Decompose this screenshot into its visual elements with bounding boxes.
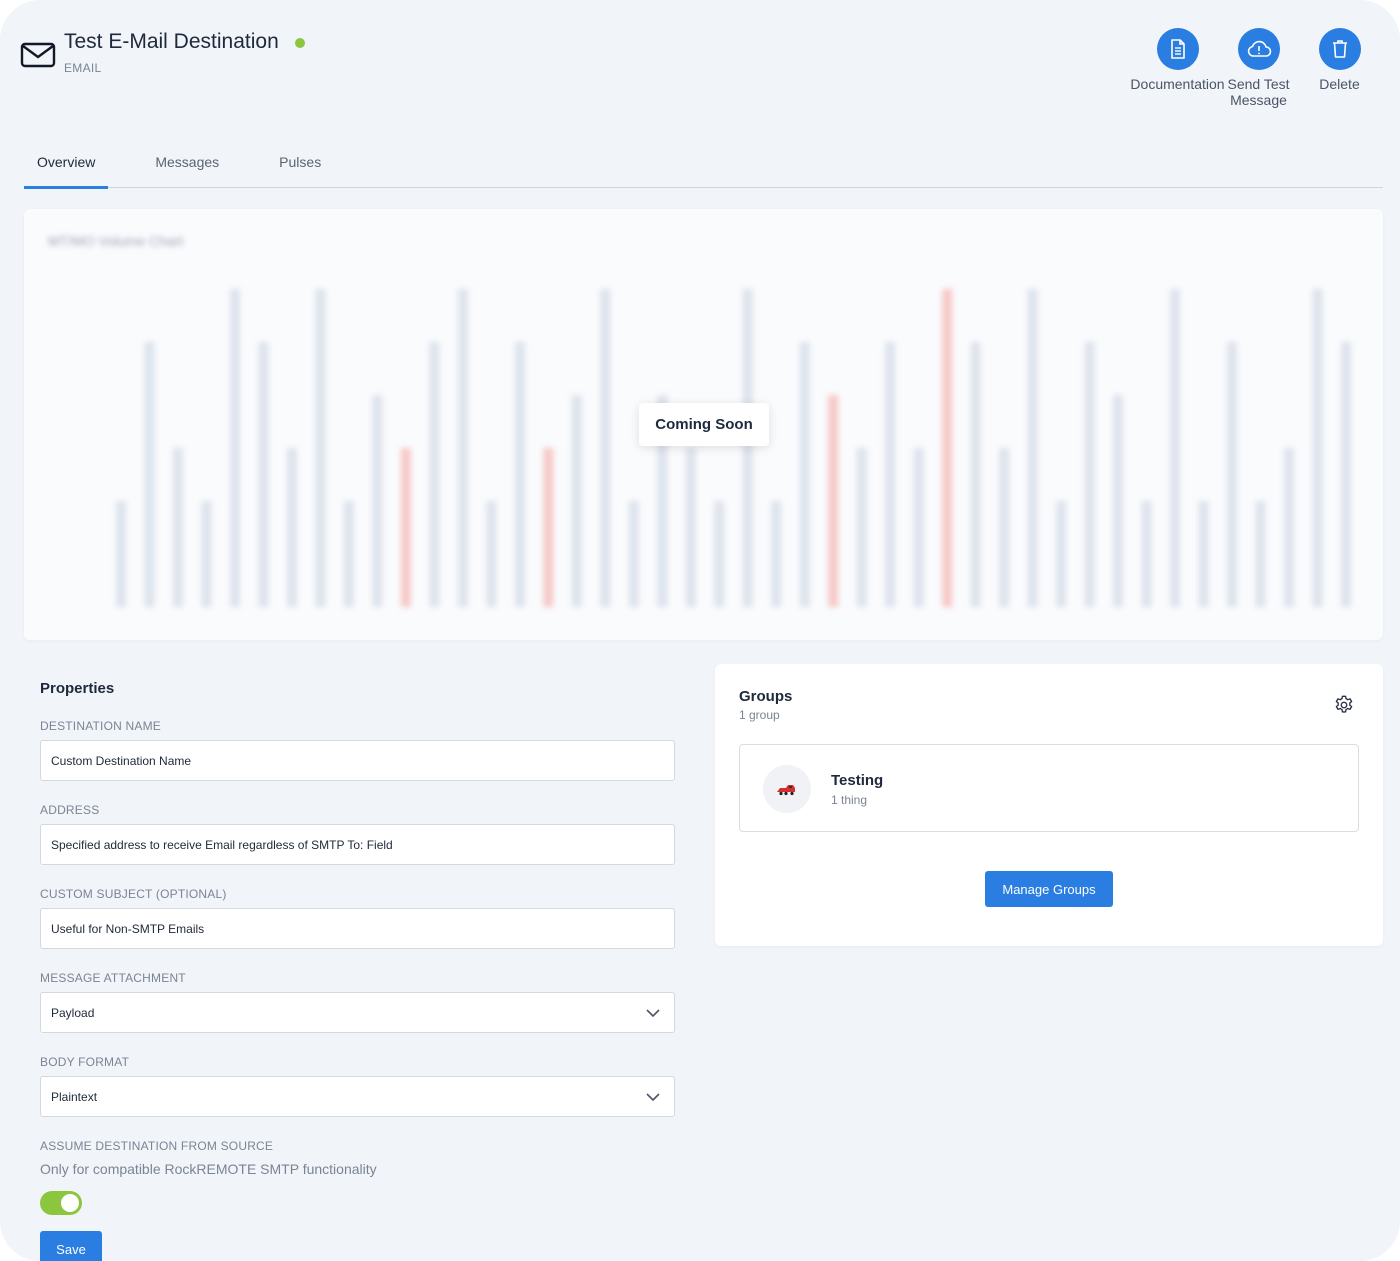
custom-subject-label: CUSTOM SUBJECT (OPTIONAL)	[40, 887, 227, 901]
chart-bar	[1284, 448, 1295, 607]
message-attachment-select[interactable]: Payload	[40, 992, 675, 1033]
mail-icon	[20, 42, 56, 68]
properties-title: Properties	[40, 680, 115, 697]
group-thing-count: 1 thing	[831, 793, 868, 807]
chart-bar	[229, 289, 240, 607]
coming-soon-badge: Coming Soon	[639, 403, 769, 446]
chart-bar	[1056, 501, 1067, 607]
chart-bar	[1113, 395, 1124, 607]
chart-bar	[1312, 289, 1323, 607]
train-icon	[763, 765, 811, 813]
document-icon	[1156, 28, 1199, 70]
chart-bar	[942, 289, 953, 607]
groups-count: 1 group	[739, 708, 780, 722]
chart-bar	[1255, 501, 1266, 607]
delete-label: Delete	[1319, 76, 1360, 92]
tab-pulses[interactable]: Pulses	[266, 136, 334, 188]
cloud-alert-icon	[1237, 28, 1280, 70]
destination-name-value: Custom Destination Name	[51, 753, 192, 768]
chart-bar	[714, 501, 725, 607]
chart-bar	[1341, 342, 1351, 607]
address-field[interactable]: Specified address to receive Email regar…	[40, 824, 675, 865]
app-frame: Test E-Mail Destination EMAIL Documentat…	[0, 0, 1400, 1261]
properties-panel: Properties DESTINATION NAME Custom Desti…	[40, 680, 676, 1261]
chart-bar	[172, 448, 183, 607]
chart-bar	[258, 342, 269, 607]
chart-bar	[457, 289, 468, 607]
assume-destination-help: Only for compatible RockREMOTE SMTP func…	[40, 1161, 377, 1177]
documentation-label: Documentation	[1130, 76, 1225, 92]
chart-bar	[286, 448, 297, 607]
delete-button[interactable]: Delete	[1299, 28, 1380, 108]
chart-bar	[885, 342, 896, 607]
chart-bar	[685, 448, 696, 607]
chart-bar	[628, 501, 639, 607]
toggle-knob	[61, 1194, 79, 1212]
documentation-button[interactable]: Documentation	[1130, 28, 1225, 108]
chart-bar	[771, 501, 782, 607]
chart-bar	[856, 448, 867, 607]
chart-bar	[1227, 342, 1238, 607]
chart-bar	[1027, 289, 1038, 607]
chart-bar	[372, 395, 383, 607]
address-label: ADDRESS	[40, 803, 100, 817]
send-test-message-button[interactable]: Send Test Message	[1218, 28, 1299, 108]
send-test-message-label: Send Test Message	[1227, 76, 1290, 108]
chart-bar	[571, 395, 582, 607]
chart-bar	[600, 289, 611, 607]
chart-bar	[201, 501, 212, 607]
tab-messages[interactable]: Messages	[142, 136, 232, 188]
page-subtitle: EMAIL	[64, 61, 102, 75]
chart-bar	[429, 342, 440, 607]
chart-bar	[343, 501, 354, 607]
chart-bar	[799, 342, 810, 607]
address-value: Specified address to receive Email regar…	[51, 837, 393, 852]
group-item[interactable]: Testing 1 thing	[739, 744, 1359, 832]
chevron-down-icon	[646, 1093, 660, 1102]
message-attachment-value: Payload	[51, 1005, 95, 1020]
group-name: Testing	[831, 772, 884, 789]
chart-bar	[543, 448, 554, 607]
page-header: Test E-Mail Destination EMAIL Documentat…	[20, 28, 1380, 118]
destination-name-field[interactable]: Custom Destination Name	[40, 740, 675, 781]
chart-bar	[970, 342, 981, 607]
chart-bar	[116, 501, 126, 607]
custom-subject-field[interactable]: Useful for Non-SMTP Emails	[40, 908, 675, 949]
chart-bar	[1170, 289, 1181, 607]
header-actions: Documentation Send Test Message Delete	[1130, 28, 1380, 108]
chart-bar	[999, 448, 1010, 607]
save-button[interactable]: Save	[40, 1231, 102, 1261]
volume-chart-card: MT/MO Volume Chart Coming Soon	[24, 209, 1383, 640]
body-format-label: BODY FORMAT	[40, 1055, 130, 1069]
tab-bar: Overview Messages Pulses	[24, 136, 1383, 189]
custom-subject-value: Useful for Non-SMTP Emails	[51, 921, 205, 936]
chevron-down-icon	[646, 1009, 660, 1018]
assume-destination-toggle[interactable]	[40, 1191, 82, 1215]
destination-name-label: DESTINATION NAME	[40, 719, 161, 733]
chart-bar	[315, 289, 326, 607]
assume-destination-label: ASSUME DESTINATION FROM SOURCE	[40, 1139, 274, 1153]
chart-bar	[486, 501, 497, 607]
trash-icon	[1318, 28, 1361, 70]
groups-title: Groups	[739, 688, 793, 705]
chart-bar	[514, 342, 525, 607]
body-format-select[interactable]: Plaintext	[40, 1076, 675, 1117]
chart-bar	[1198, 501, 1209, 607]
chart-bar	[144, 342, 155, 607]
chart-bar	[1141, 501, 1152, 607]
body-format-value: Plaintext	[51, 1089, 98, 1104]
chart-bar	[400, 448, 411, 607]
message-attachment-label: MESSAGE ATTACHMENT	[40, 971, 186, 985]
page-title: Test E-Mail Destination	[64, 30, 279, 53]
tab-overview[interactable]: Overview	[24, 136, 109, 189]
gear-icon[interactable]	[1333, 694, 1355, 716]
chart-bar	[828, 395, 839, 607]
status-indicator	[295, 38, 305, 48]
groups-card: Groups 1 group Testing 1 thing Manage Gr…	[715, 664, 1383, 946]
chart-bar	[913, 448, 924, 607]
chart-bar	[742, 289, 753, 607]
manage-groups-button[interactable]: Manage Groups	[985, 871, 1113, 907]
chart-bar	[1084, 342, 1095, 607]
